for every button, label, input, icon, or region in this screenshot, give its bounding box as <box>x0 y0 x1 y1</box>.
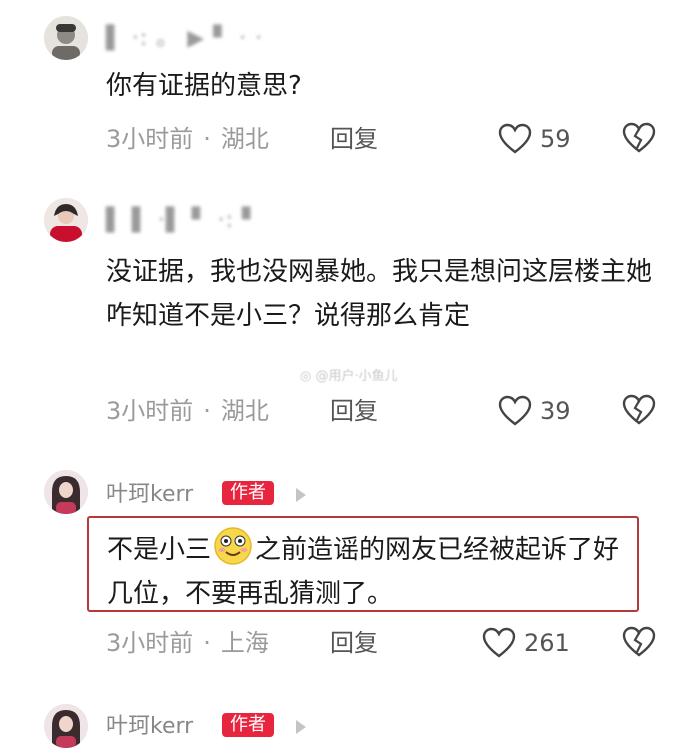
author-name[interactable]: 叶珂kerr 作者 <box>106 481 426 508</box>
username[interactable]: ▌ ▌ ·▌ ▘ ·: ▘ <box>106 208 260 234</box>
play-arrow-icon <box>296 720 306 734</box>
comment-meta: 3小时前 · 湖北 <box>106 125 269 153</box>
like-button[interactable]: 39 <box>498 394 571 428</box>
like-button[interactable]: 261 <box>482 626 570 660</box>
username[interactable]: ▌ ·: 。 ▶ ▘ · · <box>106 26 263 52</box>
avatar[interactable] <box>44 198 88 242</box>
play-arrow-icon <box>296 488 306 502</box>
broken-heart-icon[interactable] <box>622 626 656 658</box>
avatar[interactable] <box>44 16 88 60</box>
comment-meta: 3小时前 · 上海 <box>106 629 269 657</box>
avatar[interactable] <box>44 704 88 748</box>
comment-text-part1: 不是小三 <box>107 535 212 565</box>
author-name[interactable]: 叶珂kerr 作者 <box>106 713 426 740</box>
reply-button[interactable]: 回复 <box>330 396 378 426</box>
author-name-text: 叶珂kerr <box>106 714 194 739</box>
reply-button[interactable]: 回复 <box>330 628 378 658</box>
comment-text: 不是小三 之前造谣的网友已经被起诉了好几位，不要再乱猜测了。 <box>107 526 637 616</box>
heart-icon <box>498 123 532 154</box>
like-count: 39 <box>540 397 571 425</box>
watermark: ◎ @用户·小鱼儿 <box>300 369 398 384</box>
author-badge: 作者 <box>222 713 274 737</box>
location: 上海 <box>220 629 269 657</box>
timestamp: 3小时前 <box>106 125 194 153</box>
like-button[interactable]: 59 <box>498 122 571 156</box>
timestamp: 3小时前 <box>106 629 194 657</box>
broken-heart-icon[interactable] <box>622 394 656 426</box>
location: 湖北 <box>220 125 269 153</box>
reply-button[interactable]: 回复 <box>330 124 378 154</box>
heart-icon <box>498 395 532 426</box>
heart-icon <box>482 627 516 658</box>
broken-heart-icon[interactable] <box>622 122 656 154</box>
location: 湖北 <box>220 397 269 425</box>
comment-text: 你有证据的意思? <box>106 71 302 101</box>
like-count: 261 <box>524 629 570 657</box>
author-badge: 作者 <box>222 481 274 505</box>
like-count: 59 <box>540 125 571 153</box>
smile-emoji-icon <box>214 527 252 565</box>
avatar[interactable] <box>44 470 88 514</box>
timestamp: 3小时前 <box>106 397 194 425</box>
comment-text: 没证据，我也没网暴她。我只是想问这层楼主她咋知道不是小三？说得那么肯定 <box>106 257 653 331</box>
author-name-text: 叶珂kerr <box>106 482 194 507</box>
comment-meta: 3小时前 · 湖北 <box>106 397 269 425</box>
